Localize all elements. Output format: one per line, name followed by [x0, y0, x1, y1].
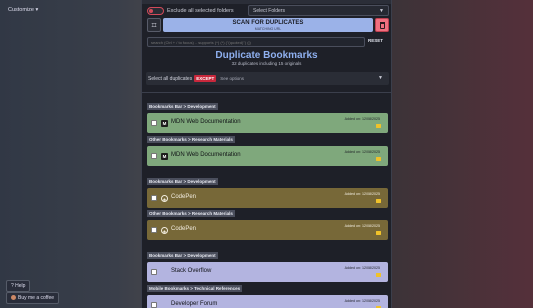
bookmark-checkbox[interactable] — [151, 195, 157, 201]
exclude-folders-label: Exclude all selected folders — [167, 8, 234, 14]
panel-top-strip — [142, 0, 391, 4]
codepen-icon: ◈ — [161, 227, 168, 234]
filter-icon[interactable]: ⌗ — [147, 18, 161, 32]
bookmark-title: CodePen — [171, 194, 197, 200]
scan-button-label: SCAN FOR DUPLICATES — [232, 20, 304, 26]
scan-for-duplicates-button[interactable]: SCAN FOR DUPLICATES MATCHING URL — [163, 18, 373, 32]
bookmark-title: MDN Web Documentation — [171, 152, 241, 158]
select-folders-dropdown[interactable]: Select Folders ▼ — [248, 5, 389, 16]
scan-button-sublabel: MATCHING URL — [254, 27, 282, 31]
added-date: Added on: 12/08/2025 — [344, 150, 380, 154]
bookmark-checkbox[interactable] — [151, 120, 157, 126]
trash-icon — [379, 21, 385, 29]
select-all-label: Select all duplicates — [148, 75, 193, 82]
bookmark-path: Mobile Bookmarks > Technical References — [147, 285, 243, 292]
bookmark-row[interactable]: Stack Overflow Added on: 12/08/2025 — [147, 262, 388, 282]
folder-icon[interactable] — [376, 231, 381, 235]
bookmark-title: MDN Web Documentation — [171, 119, 241, 125]
folder-icon[interactable] — [376, 273, 381, 277]
buy-coffee-button[interactable]: Buy me a coffee — [6, 292, 60, 304]
added-date: Added on: 12/08/2025 — [344, 117, 380, 121]
bookmark-row[interactable]: Developer Forum Added on: 12/08/2025 — [147, 295, 388, 308]
search-input[interactable] — [147, 37, 365, 47]
bookmark-title: CodePen — [171, 226, 197, 232]
bookmark-row[interactable]: ◈ CodePen Added on: 12/08/2025 — [147, 220, 388, 240]
bookmark-checkbox[interactable] — [151, 227, 157, 233]
coffee-icon — [11, 295, 16, 301]
caret-down-icon: ▼ — [379, 8, 384, 14]
bookmark-row[interactable]: M MDN Web Documentation Added on: 12/08/… — [147, 146, 388, 166]
exclude-folders-row: Exclude all selected folders — [147, 7, 234, 15]
bookmark-checkbox[interactable] — [151, 302, 157, 308]
customize-button[interactable]: Customize ▾ — [4, 5, 42, 15]
duplicate-bookmarks-panel: Exclude all selected folders Select Fold… — [141, 0, 392, 308]
added-date: Added on: 12/08/2025 — [344, 299, 380, 303]
default-favicon-icon — [161, 302, 168, 308]
reset-button[interactable]: RESET — [368, 38, 383, 43]
mdn-icon: M — [161, 153, 168, 160]
added-date: Added on: 12/08/2025 — [344, 266, 380, 270]
help-button[interactable]: ? Help — [6, 280, 31, 292]
bookmark-path: Bookmarks Bar > Development — [147, 252, 218, 259]
caret-down-icon: ▼ — [378, 75, 383, 81]
select-folders-value: Select Folders — [253, 8, 285, 14]
select-except-dropdown[interactable]: Select all duplicates EXCEPT See options… — [146, 72, 389, 85]
bookmark-path: Other Bookmarks > Research Materials — [147, 210, 235, 217]
exclude-folders-toggle[interactable] — [147, 7, 164, 15]
bookmark-title: Developer Forum — [171, 301, 218, 307]
bookmark-title: Stack Overflow — [171, 268, 212, 274]
bookmark-path: Other Bookmarks > Research Materials — [147, 136, 235, 143]
folder-icon[interactable] — [376, 157, 381, 161]
divider — [142, 92, 391, 93]
folder-icon[interactable] — [376, 124, 381, 128]
codepen-icon: ◈ — [161, 195, 168, 202]
see-options-label: See options — [220, 76, 244, 81]
default-favicon-icon — [161, 269, 168, 276]
bookmark-path: Bookmarks Bar > Development — [147, 178, 218, 185]
except-badge: EXCEPT — [194, 75, 217, 82]
buy-coffee-label: Buy me a coffee — [18, 295, 55, 301]
delete-button[interactable] — [375, 18, 389, 32]
bookmark-checkbox[interactable] — [151, 269, 157, 275]
added-date: Added on: 12/08/2025 — [344, 192, 380, 196]
bookmark-row[interactable]: M MDN Web Documentation Added on: 12/08/… — [147, 113, 388, 133]
added-date: Added on: 12/08/2025 — [344, 224, 380, 228]
duplicate-count: 32 duplicates including 15 originals — [231, 61, 302, 66]
bookmark-row[interactable]: ◈ CodePen Added on: 12/08/2025 — [147, 188, 388, 208]
folder-icon[interactable] — [376, 199, 381, 203]
mdn-icon: M — [161, 120, 168, 127]
bookmark-checkbox[interactable] — [151, 153, 157, 159]
bookmark-path: Bookmarks Bar > Development — [147, 103, 218, 110]
page-title: Duplicate Bookmarks — [215, 50, 318, 61]
